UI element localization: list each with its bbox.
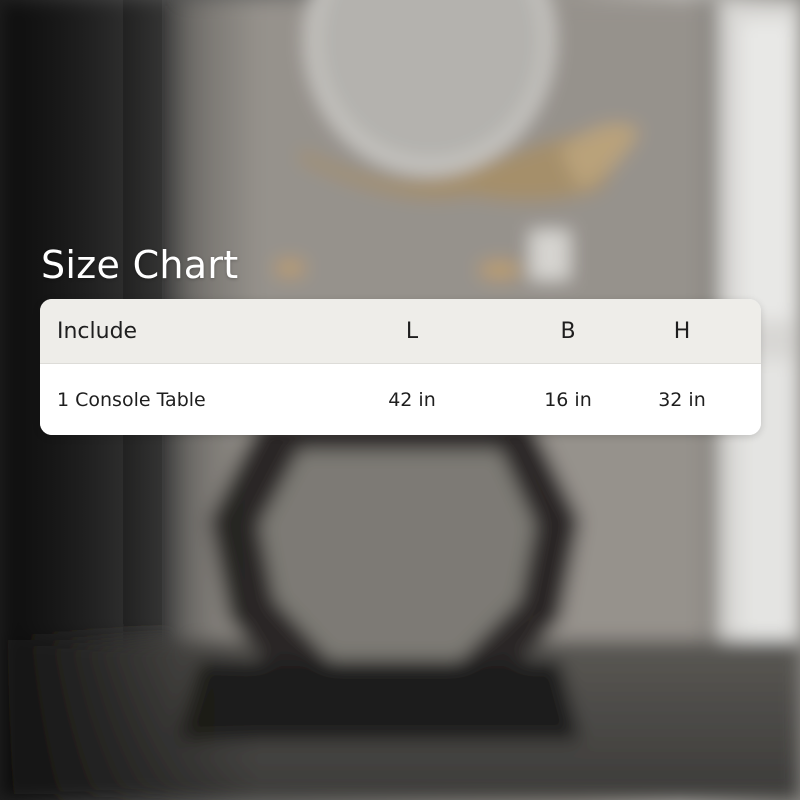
header-length: L — [405, 318, 419, 344]
cell-height: 32 in — [658, 388, 706, 411]
size-chart-table: Include L B H 1 Console Table 42 in 16 i… — [40, 299, 761, 435]
header-include: Include — [57, 318, 138, 344]
header-breadth: B — [560, 318, 576, 344]
cell-length: 42 in — [388, 388, 436, 411]
cell-item-name: 1 Console Table — [57, 388, 206, 411]
table-row: 1 Console Table 42 in 16 in 32 in — [40, 364, 761, 435]
table-header-row: Include L B H — [40, 299, 761, 364]
header-height: H — [673, 318, 691, 344]
size-chart-title: Size Chart — [41, 243, 239, 287]
cell-breadth: 16 in — [544, 388, 592, 411]
